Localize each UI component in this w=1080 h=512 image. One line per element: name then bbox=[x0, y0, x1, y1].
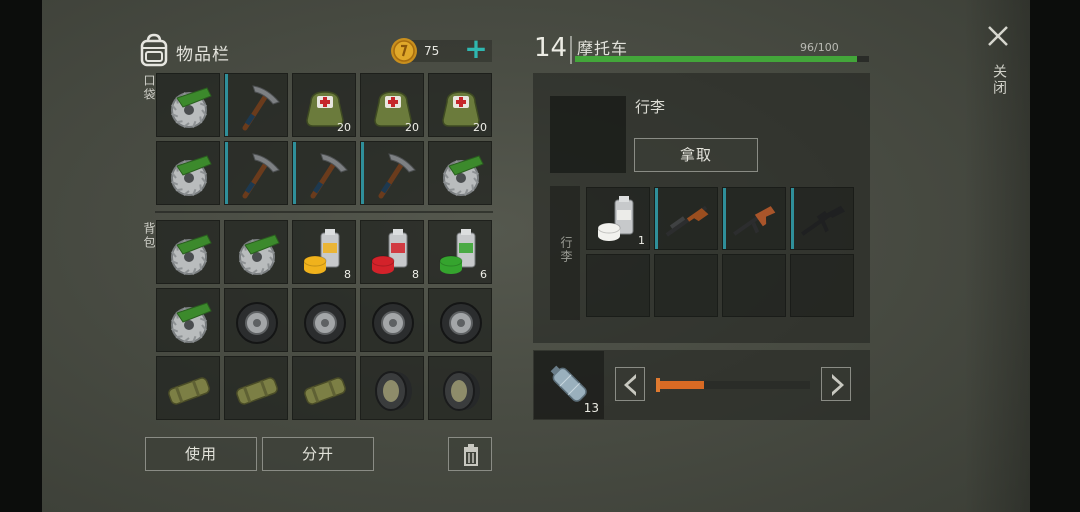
pocket-slot[interactable]: 20 bbox=[428, 73, 492, 137]
cargo-label: 行李 bbox=[559, 236, 573, 264]
pocket-slot[interactable]: 20 bbox=[360, 73, 424, 137]
split-button[interactable]: 分开 bbox=[262, 437, 374, 471]
inventory-title: 物品栏 bbox=[176, 45, 230, 65]
backpack-slot[interactable] bbox=[156, 356, 220, 420]
item-count: 6 bbox=[480, 268, 487, 281]
pocket-slot[interactable] bbox=[156, 73, 220, 137]
close-icon[interactable] bbox=[986, 24, 1010, 48]
fuel-slot[interactable]: 13 bbox=[534, 351, 604, 419]
tire-icon bbox=[372, 302, 414, 344]
coin-count: 75 bbox=[424, 44, 440, 58]
cargo-slot[interactable]: 1 bbox=[586, 187, 650, 250]
pipe-icon bbox=[304, 377, 346, 405]
trash-button[interactable] bbox=[448, 437, 492, 471]
item-count: 1 bbox=[638, 234, 645, 247]
chevron-right-icon bbox=[832, 374, 844, 396]
backpack-slot[interactable] bbox=[224, 356, 288, 420]
chevron-left-icon bbox=[624, 374, 636, 396]
item-count: 8 bbox=[412, 268, 419, 281]
backpack-slot[interactable] bbox=[428, 356, 492, 420]
backpack-icon bbox=[140, 33, 168, 67]
amount-slider-fill bbox=[658, 381, 704, 389]
decrease-button[interactable] bbox=[615, 367, 645, 401]
pocket-slot[interactable] bbox=[292, 141, 356, 205]
cargo-slot[interactable] bbox=[586, 254, 650, 317]
tire-icon bbox=[236, 302, 278, 344]
use-button[interactable]: 使用 bbox=[145, 437, 257, 471]
item-count: 20 bbox=[473, 121, 487, 134]
trash-icon bbox=[464, 444, 478, 466]
pipe-icon bbox=[236, 377, 278, 405]
backpack-slot[interactable] bbox=[156, 288, 220, 352]
tire-icon bbox=[440, 302, 482, 344]
loot-preview bbox=[550, 96, 626, 173]
wheel-rim-icon bbox=[375, 371, 412, 411]
assault-rifle-icon bbox=[733, 206, 776, 236]
pocket-slot[interactable] bbox=[156, 141, 220, 205]
cargo-slot[interactable] bbox=[790, 254, 854, 317]
saw-blade-icon bbox=[239, 234, 280, 275]
tire-icon bbox=[304, 302, 346, 344]
backpack-slot[interactable] bbox=[156, 220, 220, 284]
backpack-slot[interactable] bbox=[292, 288, 356, 352]
section-divider bbox=[155, 211, 493, 213]
take-button[interactable]: 拿取 bbox=[634, 138, 758, 172]
backpack-slot[interactable]: 6 bbox=[428, 220, 492, 284]
pickaxe-icon bbox=[242, 153, 280, 199]
pocket-slot[interactable] bbox=[360, 141, 424, 205]
backpack-slot[interactable] bbox=[360, 356, 424, 420]
amount-slider[interactable] bbox=[656, 378, 810, 392]
item-count: 20 bbox=[337, 121, 351, 134]
saw-blade-icon bbox=[171, 87, 212, 128]
vehicle-level: 14 bbox=[534, 33, 568, 63]
backpack-slot[interactable] bbox=[360, 288, 424, 352]
cargo-slot[interactable] bbox=[722, 254, 786, 317]
vehicle-hp-bar bbox=[575, 56, 869, 62]
increase-button[interactable] bbox=[821, 367, 851, 401]
add-coins-button[interactable]: + bbox=[462, 35, 490, 64]
pickaxe-icon bbox=[378, 153, 416, 199]
pickaxe-icon bbox=[242, 85, 280, 131]
saw-blade-icon bbox=[171, 155, 212, 196]
pickaxe-icon bbox=[310, 153, 348, 199]
cargo-slot[interactable] bbox=[654, 254, 718, 317]
luggage-title: 行李 bbox=[635, 98, 666, 116]
pocket-slot[interactable]: 20 bbox=[292, 73, 356, 137]
pocket-slot[interactable] bbox=[224, 141, 288, 205]
vehicle-hp-fill bbox=[575, 56, 858, 62]
cargo-slot[interactable] bbox=[654, 187, 718, 250]
saw-blade-icon bbox=[171, 302, 212, 343]
coin-icon bbox=[391, 38, 417, 64]
m16-rifle-icon bbox=[801, 205, 845, 236]
backpack-slot[interactable]: 8 bbox=[360, 220, 424, 284]
item-count: 20 bbox=[405, 121, 419, 134]
wheel-rim-icon bbox=[443, 371, 480, 411]
vehicle-hp-text: 96/100 bbox=[800, 41, 839, 54]
pocket-slot[interactable] bbox=[224, 73, 288, 137]
sniper-rifle-icon bbox=[665, 205, 709, 237]
cargo-slot[interactable] bbox=[790, 187, 854, 250]
backpack-slot[interactable] bbox=[224, 288, 288, 352]
saw-blade-icon bbox=[171, 234, 212, 275]
backpack-slot[interactable] bbox=[428, 288, 492, 352]
pocket-slot[interactable] bbox=[428, 141, 492, 205]
backpack-slot[interactable] bbox=[292, 356, 356, 420]
item-count: 8 bbox=[344, 268, 351, 281]
backpack-slot[interactable] bbox=[224, 220, 288, 284]
saw-blade-icon bbox=[443, 155, 484, 196]
cargo-slot[interactable] bbox=[722, 187, 786, 250]
amount-slider-handle[interactable] bbox=[656, 378, 660, 392]
pipe-icon bbox=[168, 377, 210, 405]
vehicle-separator bbox=[570, 36, 572, 64]
close-label[interactable]: 关闭 bbox=[989, 64, 1009, 96]
fuel-count: 13 bbox=[583, 401, 599, 415]
backpack-slot[interactable]: 8 bbox=[292, 220, 356, 284]
